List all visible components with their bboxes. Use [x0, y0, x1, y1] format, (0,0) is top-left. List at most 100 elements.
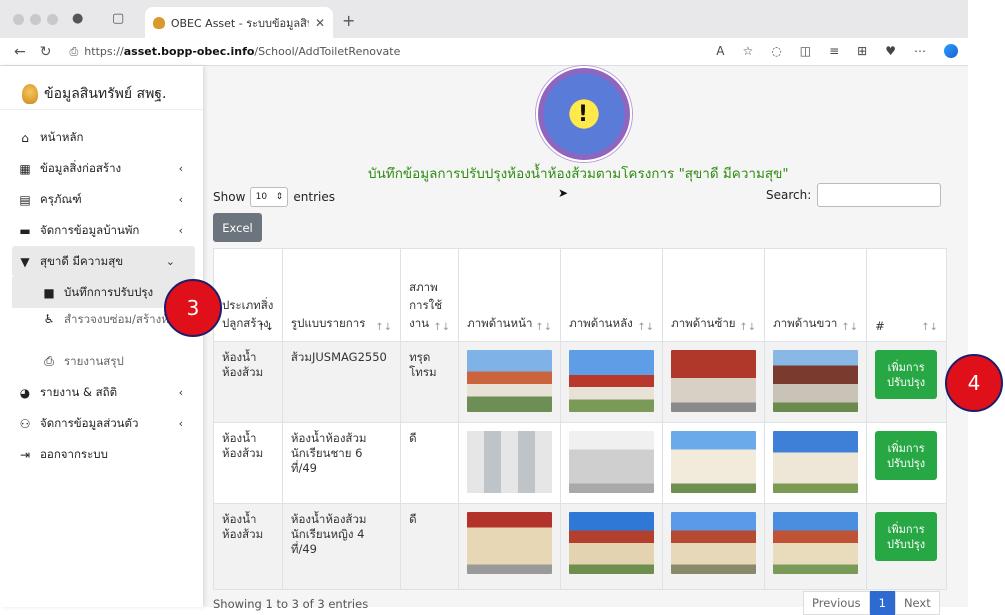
add-renovation-button[interactable]: เพิ่มการปรับปรุง [875, 512, 938, 561]
excel-export-button[interactable]: Excel [213, 213, 262, 242]
table-row: ห้องน้ำห้องส้วม ส้วมJUSMAG2550 ทรุดโทรม … [213, 341, 947, 423]
url-host: asset.bopp-obec.info [123, 45, 255, 58]
sidebar-item-buildings[interactable]: ▦ ข้อมูลสิ่งก่อสร้าง ‹ [0, 153, 203, 184]
right-photo-thumbnail[interactable] [773, 512, 859, 574]
col-header-left-photo[interactable]: ภาพด้านซ้าย ↑↓ [662, 248, 766, 342]
url-field[interactable]: ⎙ https://asset.bopp-obec.info/School/Ad… [69, 45, 400, 59]
pagination-previous[interactable]: Previous [803, 591, 870, 615]
table-info: Showing 1 to 3 of 3 entries [213, 597, 369, 611]
pagination-next[interactable]: Next [894, 591, 940, 615]
logout-icon: ⇥ [19, 447, 31, 462]
search-input[interactable] [817, 183, 942, 207]
sort-icon: ↑↓ [739, 322, 757, 333]
window-close-dot[interactable] [13, 14, 24, 25]
right-photo-thumbnail[interactable] [773, 350, 859, 412]
print-icon: ⎙ [44, 354, 54, 368]
more-icon[interactable]: ⋯ [914, 44, 926, 58]
split-screen-icon[interactable]: ◫ [800, 44, 811, 58]
reload-icon[interactable]: ↻ [40, 44, 52, 60]
survey-icon: ♿ [43, 312, 55, 326]
sidebar-item-profile[interactable]: ⚇ จัดการข้อมูลส่วนตัว ‹ [0, 408, 203, 439]
back-photo-thumbnail[interactable] [569, 350, 655, 412]
copilot-icon[interactable] [944, 44, 958, 58]
cell-type: ห้องน้ำห้องส้วม [213, 341, 283, 423]
sort-icon: ↑↓ [841, 322, 859, 333]
pagination-page-1[interactable]: 1 [869, 591, 895, 615]
collections-icon[interactable]: ⊞ [857, 44, 867, 58]
browser-tab-active[interactable]: OBEC Asset - ระบบข้อมูลสินทรัพ ✕ [145, 7, 333, 38]
back-photo-thumbnail[interactable] [569, 512, 655, 574]
page-title: บันทึกข้อมูลการปรับปรุงห้องน้ำห้องส้วมตา… [368, 166, 789, 182]
bed-icon: ▬ [19, 223, 31, 238]
table-row: ห้องน้ำห้องส้วม ห้องน้ำห้องส้วมนักเรียนช… [213, 422, 947, 504]
main-content: ! บันทึกข้อมูลการปรับปรุงห้องน้ำห้องส้วม… [203, 66, 968, 615]
cell-condition: ทรุดโทรม [400, 341, 460, 423]
window-zoom-dot[interactable] [47, 14, 58, 25]
brand-title: ข้อมูลสินทรัพย์ สพฐ. [44, 85, 167, 102]
sort-icon: ↑↓ [535, 322, 553, 333]
new-tab-icon[interactable]: + [342, 11, 355, 30]
left-photo-thumbnail[interactable] [671, 350, 757, 412]
sidebar-item-reports[interactable]: ◕ รายงาน & สถิติ ‹ [0, 377, 203, 408]
sort-icon: ↑↓ [921, 322, 938, 333]
sidebar-item-logout[interactable]: ⇥ ออกจากระบบ [0, 439, 203, 470]
front-photo-thumbnail[interactable] [467, 350, 553, 412]
col-header-condition[interactable]: สภาพการใช้งาน ↑↓ [400, 248, 460, 342]
cell-type: ห้องน้ำห้องส้วม [213, 422, 283, 504]
sidebar-brand[interactable]: ข้อมูลสินทรัพย์ สพฐ. [0, 66, 203, 110]
sidebar: ข้อมูลสินทรัพย์ สพฐ. ⌂ หน้าหลัก ▦ ข้อมูลสิ… [0, 66, 203, 607]
extension-icon[interactable]: ◌ [771, 44, 781, 58]
back-icon[interactable]: ← [14, 44, 26, 60]
tab-title: OBEC Asset - ระบบข้อมูลสินทรัพ [170, 16, 309, 30]
sort-icon: ↑↓ [257, 322, 274, 333]
cell-model: ส้วมJUSMAG2550 [281, 341, 402, 423]
profile-icon[interactable]: ● [72, 11, 83, 26]
entries-select[interactable]: 10 ⇕ [250, 187, 289, 207]
cell-condition: ดี [400, 422, 460, 504]
table-search: Search: [766, 183, 942, 207]
happy-toilet-logo: ! [536, 66, 632, 162]
window-minimize-dot[interactable] [30, 14, 41, 25]
chart-icon: ◕ [19, 385, 31, 400]
col-header-action[interactable]: # ↑↓ [866, 248, 947, 342]
performance-icon[interactable]: ♥ [885, 44, 896, 58]
col-header-type[interactable]: ประเภทสิ่งปลูกสร้าง ↑↓ [213, 248, 283, 342]
building-icon: ▦ [19, 161, 31, 176]
add-renovation-button[interactable]: เพิ่มการปรับปรุง [875, 350, 938, 399]
entries-length-control: Show 10 ⇕ entries [213, 187, 335, 207]
sidebar-item-summary[interactable]: ⎙ รายงานสรุป [0, 346, 203, 377]
toilet-icon: ▼ [20, 254, 30, 269]
col-header-back-photo[interactable]: ภาพด้านหลัง ↑↓ [560, 248, 664, 342]
col-header-right-photo[interactable]: ภาพด้านขวา ↑↓ [764, 248, 868, 342]
tab-bar: ● ▢ OBEC Asset - ระบบข้อมูลสินทรัพ ✕ + [0, 0, 968, 38]
chevron-left-icon: ‹ [178, 417, 183, 430]
sidebar-item-happy-toilet[interactable]: ▼ สุขาดี มีความสุข ⌄ [12, 246, 195, 277]
chevron-left-icon: ‹ [178, 193, 183, 206]
favorites-list-icon[interactable]: ≡ [829, 44, 839, 58]
sidebar-item-home[interactable]: ⌂ หน้าหลัก [0, 122, 203, 153]
favorite-star-icon[interactable]: ☆ [743, 44, 754, 58]
site-info-icon[interactable]: ⎙ [69, 45, 78, 59]
col-header-front-photo[interactable]: ภาพด้านหน้า ↑↓ [458, 248, 562, 342]
right-photo-thumbnail[interactable] [773, 431, 859, 493]
read-aloud-icon[interactable]: A [716, 44, 724, 58]
add-renovation-button[interactable]: เพิ่มการปรับปรุง [875, 431, 938, 480]
address-bar: ← ↻ ⎙ https://asset.bopp-obec.info/Schoo… [0, 38, 968, 66]
chevron-left-icon: ‹ [178, 224, 183, 237]
left-photo-thumbnail[interactable] [671, 512, 757, 574]
renovation-table: ประเภทสิ่งปลูกสร้าง ↑↓ รูปแบบรายการ ↑↓ สภา… [213, 248, 947, 590]
chevron-down-icon: ⌄ [165, 255, 175, 268]
equipment-icon: ▤ [19, 192, 31, 207]
tab-actions-icon[interactable]: ▢ [112, 11, 124, 26]
home-icon: ⌂ [21, 130, 29, 145]
sidebar-item-equipment[interactable]: ▤ ครุภัณฑ์ ‹ [0, 184, 203, 215]
record-icon: ■ [43, 285, 55, 300]
col-header-model[interactable]: รูปแบบรายการ ↑↓ [281, 248, 402, 342]
back-photo-thumbnail[interactable] [569, 431, 655, 493]
front-photo-thumbnail[interactable] [467, 512, 553, 574]
tab-close-icon[interactable]: ✕ [315, 16, 325, 30]
pagination: Previous 1 Next [803, 591, 940, 615]
left-photo-thumbnail[interactable] [671, 431, 757, 493]
sidebar-item-housing[interactable]: ▬ จัดการข้อมูลบ้านพัก ‹ [0, 215, 203, 246]
front-photo-thumbnail[interactable] [467, 431, 553, 493]
